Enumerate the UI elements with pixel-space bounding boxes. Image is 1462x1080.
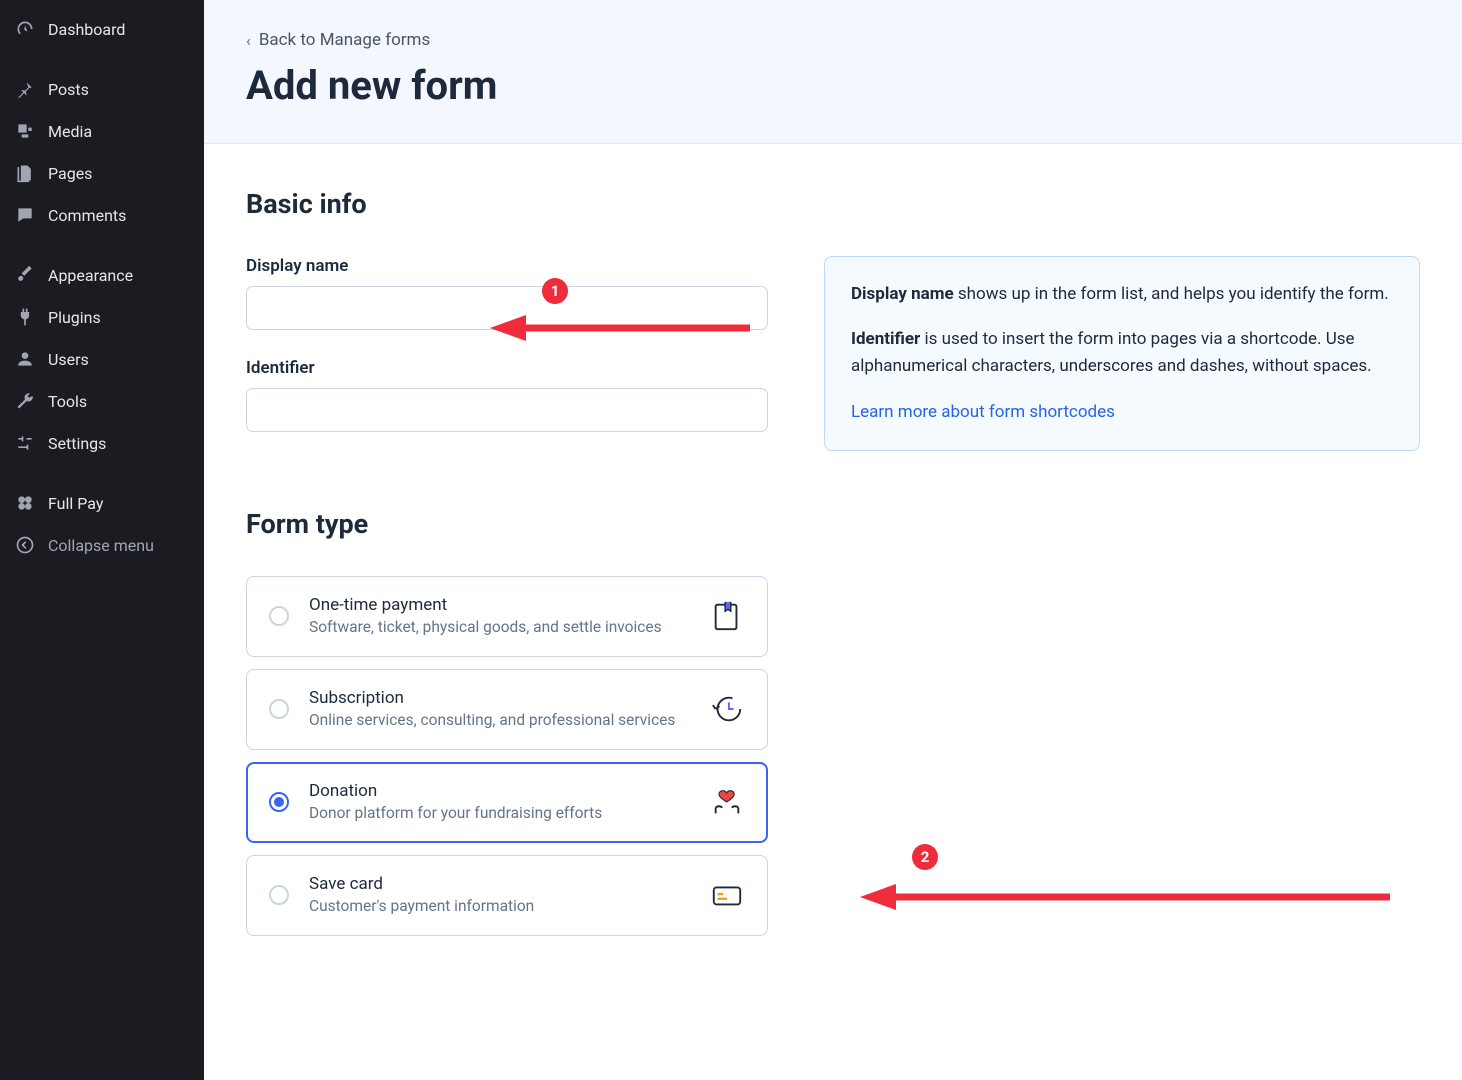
radio-title: Donation	[309, 781, 689, 801]
sidebar-item-label: Media	[48, 122, 92, 141]
pin-icon	[14, 78, 36, 100]
basic-info-heading: Basic info	[246, 188, 1420, 220]
radio-title: Save card	[309, 874, 689, 894]
comment-icon	[14, 204, 36, 226]
display-name-input[interactable]	[246, 286, 768, 330]
radio-desc: Software, ticket, physical goods, and se…	[309, 617, 689, 638]
info-box: Display name shows up in the form list, …	[824, 256, 1420, 451]
sidebar-item-media[interactable]: Media	[0, 110, 204, 152]
form-type-subscription[interactable]: Subscription Online services, consulting…	[246, 669, 768, 750]
sidebar-item-pages[interactable]: Pages	[0, 152, 204, 194]
plug-icon	[14, 306, 36, 328]
page-title: Add new form	[246, 62, 1420, 109]
admin-sidebar: Dashboard Posts Media Pages Comments App…	[0, 0, 204, 1080]
sidebar-item-dashboard[interactable]: Dashboard	[0, 8, 204, 50]
radio-icon	[269, 885, 289, 905]
identifier-label: Identifier	[246, 358, 768, 378]
sidebar-item-collapse[interactable]: Collapse menu	[0, 524, 204, 566]
sidebar-item-label: Pages	[48, 164, 92, 183]
form-type-donation[interactable]: Donation Donor platform for your fundrai…	[246, 762, 768, 843]
content: Basic info Display name Identifier Displ…	[204, 144, 1462, 992]
sidebar-item-label: Collapse menu	[48, 536, 154, 555]
sidebar-item-label: Plugins	[48, 308, 101, 327]
sidebar-item-tools[interactable]: Tools	[0, 380, 204, 422]
main-panel: ‹ Back to Manage forms Add new form Basi…	[204, 0, 1462, 1080]
sidebar-item-label: Tools	[48, 392, 87, 411]
radio-desc: Donor platform for your fundraising effo…	[309, 803, 689, 824]
book-icon	[709, 598, 745, 634]
chevron-left-icon: ‹	[246, 31, 251, 50]
sidebar-item-label: Posts	[48, 80, 89, 99]
identifier-input[interactable]	[246, 388, 768, 432]
page-header: ‹ Back to Manage forms Add new form	[204, 0, 1462, 144]
sliders-icon	[14, 432, 36, 454]
annotation-badge-2: 2	[912, 844, 938, 870]
gauge-icon	[14, 18, 36, 40]
info-display-name-text: shows up in the form list, and helps you…	[954, 284, 1389, 304]
radio-title: One-time payment	[309, 595, 689, 615]
info-identifier-text: is used to insert the form into pages vi…	[851, 329, 1372, 376]
sidebar-item-users[interactable]: Users	[0, 338, 204, 380]
sidebar-item-label: Appearance	[48, 266, 133, 285]
sidebar-item-appearance[interactable]: Appearance	[0, 254, 204, 296]
radio-title: Subscription	[309, 688, 689, 708]
sidebar-item-label: Full Pay	[48, 494, 103, 513]
info-learn-more-link[interactable]: Learn more about form shortcodes	[851, 402, 1115, 422]
info-display-name-bold: Display name	[851, 284, 954, 304]
user-icon	[14, 348, 36, 370]
sidebar-item-label: Settings	[48, 434, 106, 453]
radio-icon	[269, 606, 289, 626]
media-icon	[14, 120, 36, 142]
display-name-label: Display name	[246, 256, 768, 276]
radio-desc: Customer's payment information	[309, 896, 689, 917]
heart-hands-icon	[709, 784, 745, 820]
fullpay-icon	[14, 492, 36, 514]
sidebar-item-label: Users	[48, 350, 89, 369]
sidebar-item-plugins[interactable]: Plugins	[0, 296, 204, 338]
sidebar-item-comments[interactable]: Comments	[0, 194, 204, 236]
radio-icon	[269, 792, 289, 812]
sidebar-item-posts[interactable]: Posts	[0, 68, 204, 110]
info-identifier-bold: Identifier	[851, 329, 920, 349]
sidebar-item-fullpay[interactable]: Full Pay	[0, 482, 204, 524]
radio-desc: Online services, consulting, and profess…	[309, 710, 689, 731]
sidebar-item-settings[interactable]: Settings	[0, 422, 204, 464]
form-type-one-time[interactable]: One-time payment Software, ticket, physi…	[246, 576, 768, 657]
history-icon	[709, 691, 745, 727]
form-type-save-card[interactable]: Save card Customer's payment information	[246, 855, 768, 936]
brush-icon	[14, 264, 36, 286]
collapse-icon	[14, 534, 36, 556]
pages-icon	[14, 162, 36, 184]
radio-icon	[269, 699, 289, 719]
back-link[interactable]: ‹ Back to Manage forms	[246, 30, 430, 50]
annotation-badge-1: 1	[542, 278, 568, 304]
wrench-icon	[14, 390, 36, 412]
sidebar-item-label: Dashboard	[48, 20, 125, 39]
credit-card-icon	[709, 877, 745, 913]
form-type-heading: Form type	[246, 508, 768, 540]
sidebar-item-label: Comments	[48, 206, 126, 225]
back-link-label: Back to Manage forms	[259, 30, 430, 50]
